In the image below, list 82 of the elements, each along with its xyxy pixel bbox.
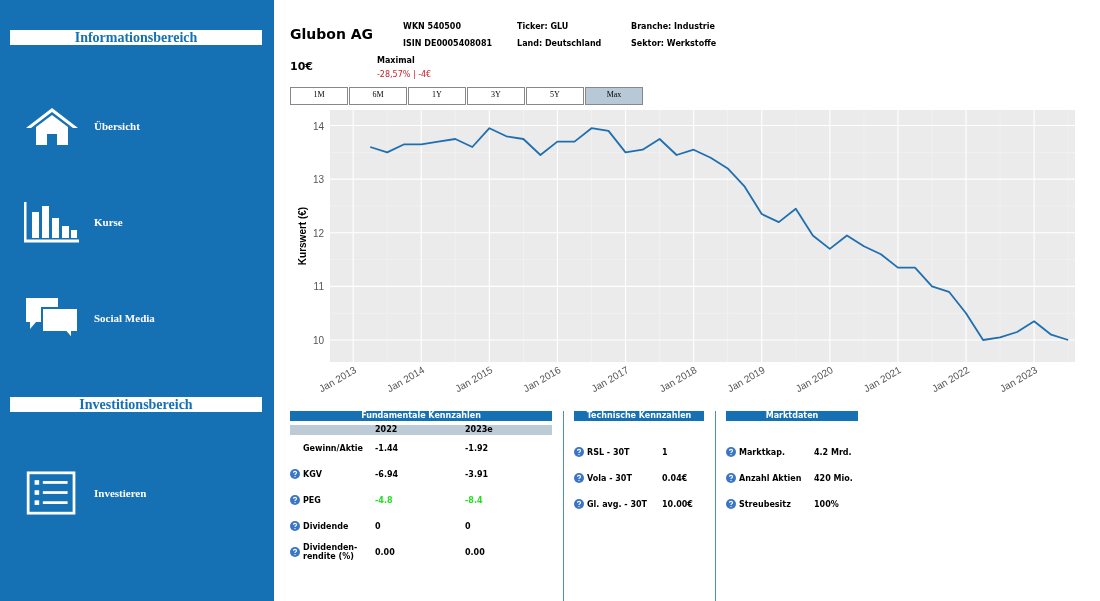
nav-item[interactable]: Übersicht <box>10 98 262 154</box>
bar-chart-icon <box>24 200 80 244</box>
nav-item[interactable]: Social Media <box>10 290 262 346</box>
help-icon[interactable] <box>726 447 736 457</box>
metric-value: 1 <box>662 447 668 457</box>
y-tick-label: 10 <box>312 335 324 346</box>
range-tab[interactable]: 3Y <box>467 87 525 105</box>
metric-label: Dividende <box>303 521 350 531</box>
range-tab[interactable]: Max <box>585 87 643 105</box>
metric-label: RSL - 30T <box>587 447 631 457</box>
x-tick-label: Jan 2023 <box>998 364 1040 395</box>
y-tick-label: 11 <box>313 281 324 293</box>
help-icon[interactable] <box>290 495 300 505</box>
help-icon[interactable] <box>574 499 584 509</box>
metric-value: 4.2 Mrd. <box>814 447 852 457</box>
x-tick-label: Jan 2015 <box>453 364 495 395</box>
stock-info: Ticker: GLU <box>517 22 570 31</box>
range-tab[interactable]: 1Y <box>408 87 466 105</box>
section-heading: Investitionsbereich <box>10 397 262 412</box>
help-icon[interactable] <box>574 447 584 457</box>
x-tick-label: Jan 2020 <box>793 364 835 395</box>
stock-info: Branche: Industrie <box>631 22 716 31</box>
help-icon[interactable] <box>290 547 300 557</box>
metric-label: Gewinn/Aktie <box>303 443 364 453</box>
x-tick-label: Jan 2014 <box>385 364 427 395</box>
x-tick-label: Jan 2018 <box>657 364 699 395</box>
metric-value: 0.00 <box>375 547 396 557</box>
metric-value: -3.91 <box>465 469 490 479</box>
stock-price: 10€ <box>290 59 313 75</box>
nav-item[interactable]: Investieren <box>10 465 262 521</box>
help-icon[interactable] <box>290 469 300 479</box>
metric-label: Streubesitz <box>739 499 792 509</box>
help-icon[interactable] <box>726 499 736 509</box>
x-tick-label: Jan 2019 <box>725 364 767 395</box>
x-tick-label: Jan 2013 <box>317 364 359 395</box>
y-tick-label: 14 <box>312 120 324 132</box>
x-tick-label: Jan 2016 <box>521 364 563 395</box>
metric-label: Vola - 30T <box>587 473 633 483</box>
stock-info: ISIN DE0005408081 <box>403 39 494 48</box>
range-tab[interactable]: 6M <box>349 87 407 105</box>
metric-value: -4.8 <box>375 495 394 505</box>
stock-info: WKN 540500 <box>403 22 462 31</box>
range-tab[interactable]: 1M <box>290 87 348 105</box>
metric-label: KGV <box>303 469 323 479</box>
metric-label: PEG <box>303 495 322 505</box>
period-label: Maximal <box>376 56 416 65</box>
x-tick-label: Jan 2017 <box>589 364 631 395</box>
metric-label: Anzahl Aktien <box>739 473 803 483</box>
help-icon[interactable] <box>290 521 300 531</box>
section-heading: Informationsbereich <box>10 30 262 45</box>
section-heading: Marktdaten <box>726 411 858 421</box>
section-heading: Fundamentale Kennzahlen <box>290 411 552 421</box>
metric-value: 0.00 <box>465 547 486 557</box>
nav-item[interactable]: Kurse <box>10 194 262 250</box>
x-tick-label: Jan 2021 <box>861 364 903 395</box>
metric-value: -6.94 <box>375 469 400 479</box>
metric-value: -1.92 <box>465 443 490 453</box>
metric-label: Dividenden-rendite (%) <box>303 543 359 561</box>
metric-value: 0.04€ <box>662 473 688 483</box>
company-name: Glubon AG <box>290 25 374 42</box>
help-icon[interactable] <box>726 473 736 483</box>
column-header: 2023e <box>465 425 494 435</box>
x-tick-label: Jan 2022 <box>929 364 972 395</box>
metric-label: Marktkap. <box>739 447 786 457</box>
y-axis-label: Kurswert (€) <box>297 206 308 266</box>
y-tick-label: 13 <box>312 174 324 186</box>
metric-label: Gl. avg. - 30T <box>587 499 648 509</box>
stock-info: Sektor: Werkstoffe <box>631 39 718 48</box>
metric-value: 0 <box>375 521 382 531</box>
metric-value: -1.44 <box>375 443 400 453</box>
metric-value: 10.00€ <box>662 499 693 509</box>
stock-info: Land: Deutschland <box>517 39 603 48</box>
metric-value: 420 Mio. <box>814 473 853 483</box>
metric-value: -8.4 <box>465 495 484 505</box>
range-tab[interactable]: 5Y <box>526 87 584 105</box>
price-change: -28,57% | -4€ <box>376 70 432 79</box>
section-heading: Technische Kennzahlen <box>574 411 704 421</box>
metric-value: 0 <box>465 521 472 531</box>
help-icon[interactable] <box>574 473 584 483</box>
metric-value: 100% <box>814 499 839 509</box>
y-tick-label: 12 <box>312 227 324 239</box>
column-header: 2022 <box>375 425 399 435</box>
